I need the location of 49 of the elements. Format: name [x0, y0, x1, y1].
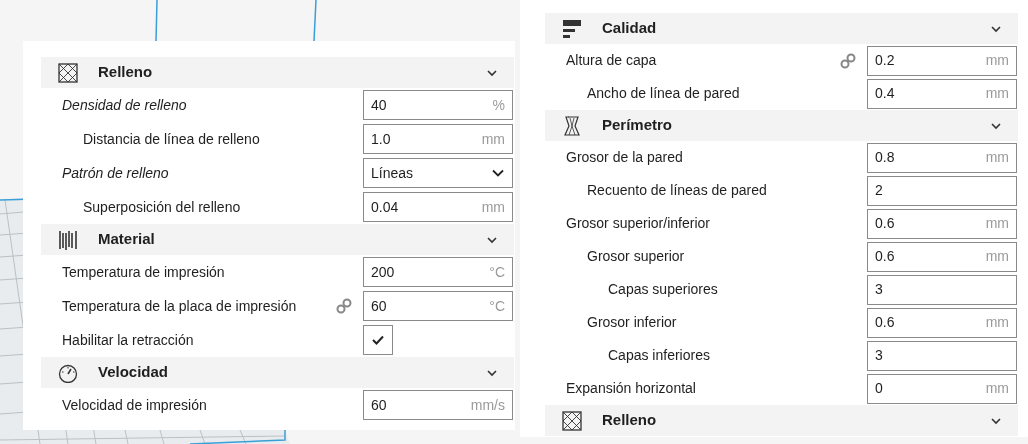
input-field[interactable]: 3 [867, 274, 1017, 305]
section-header[interactable]: Perímetro [545, 110, 1018, 141]
input-field[interactable]: 60 mm/s [363, 390, 513, 420]
section-header[interactable]: Calidad [545, 13, 1018, 44]
setting-label: Temperatura de impresión [61, 262, 226, 282]
input-field[interactable]: 0 mm [867, 373, 1017, 404]
setting-label: Capas inferiores [607, 346, 711, 365]
input-field[interactable]: 200 °C [363, 257, 513, 287]
input-field[interactable]: 3 [867, 340, 1017, 371]
input-field[interactable]: 2 [867, 175, 1017, 206]
setting-label: Capas superiores [607, 280, 719, 299]
input-field[interactable]: 0.2 mm [867, 45, 1017, 76]
setting-label: Superposición del relleno [82, 197, 242, 217]
setting-label: Recuento de líneas de pared [586, 181, 768, 200]
setting-label: Densidad de relleno [61, 95, 188, 115]
checkbox[interactable] [363, 325, 393, 355]
input-field[interactable]: 1.0 mm [363, 124, 513, 154]
infill-icon [562, 410, 582, 431]
setting-label: Grosor superior/inferior [565, 214, 711, 233]
gauge-icon [58, 362, 78, 383]
section-header[interactable]: Relleno [41, 57, 514, 88]
quality-icon [562, 18, 582, 39]
section-header[interactable]: Velocidad [41, 357, 514, 388]
input-field[interactable]: 60 °C [363, 291, 513, 321]
check-icon [371, 333, 385, 347]
dropdown[interactable]: Líneas [363, 158, 513, 188]
material-icon [58, 229, 78, 250]
input-field[interactable]: 0.8 mm [867, 142, 1017, 173]
setting-label: Ancho de línea de pared [586, 84, 741, 103]
section-header[interactable]: Relleno [545, 405, 1018, 436]
setting-label: Grosor superior [586, 247, 686, 266]
input-field[interactable]: 0.6 mm [867, 208, 1017, 239]
setting-label: Habilitar la retracción [61, 330, 195, 350]
input-field[interactable]: 0.6 mm [867, 241, 1017, 272]
setting-label: Expansión horizontal [565, 379, 697, 398]
setting-label: Temperatura de la placa de impresión [61, 296, 298, 316]
input-field[interactable]: 0.4 mm [867, 78, 1017, 109]
setting-label: Grosor inferior [586, 313, 678, 332]
shell-icon [562, 115, 582, 136]
input-field[interactable]: 0.04 mm [363, 192, 513, 222]
setting-label: Grosor de la pared [565, 148, 684, 167]
setting-label: Velocidad de impresión [61, 395, 208, 415]
input-field[interactable]: 0.6 mm [867, 307, 1017, 338]
input-field[interactable]: 40 % [363, 90, 513, 120]
setting-label: Altura de capa [565, 51, 658, 70]
setting-label: Patrón de relleno [61, 163, 170, 183]
infill-icon [58, 62, 78, 83]
setting-label: Distancia de línea de relleno [82, 129, 261, 149]
section-header[interactable]: Material [41, 224, 514, 255]
